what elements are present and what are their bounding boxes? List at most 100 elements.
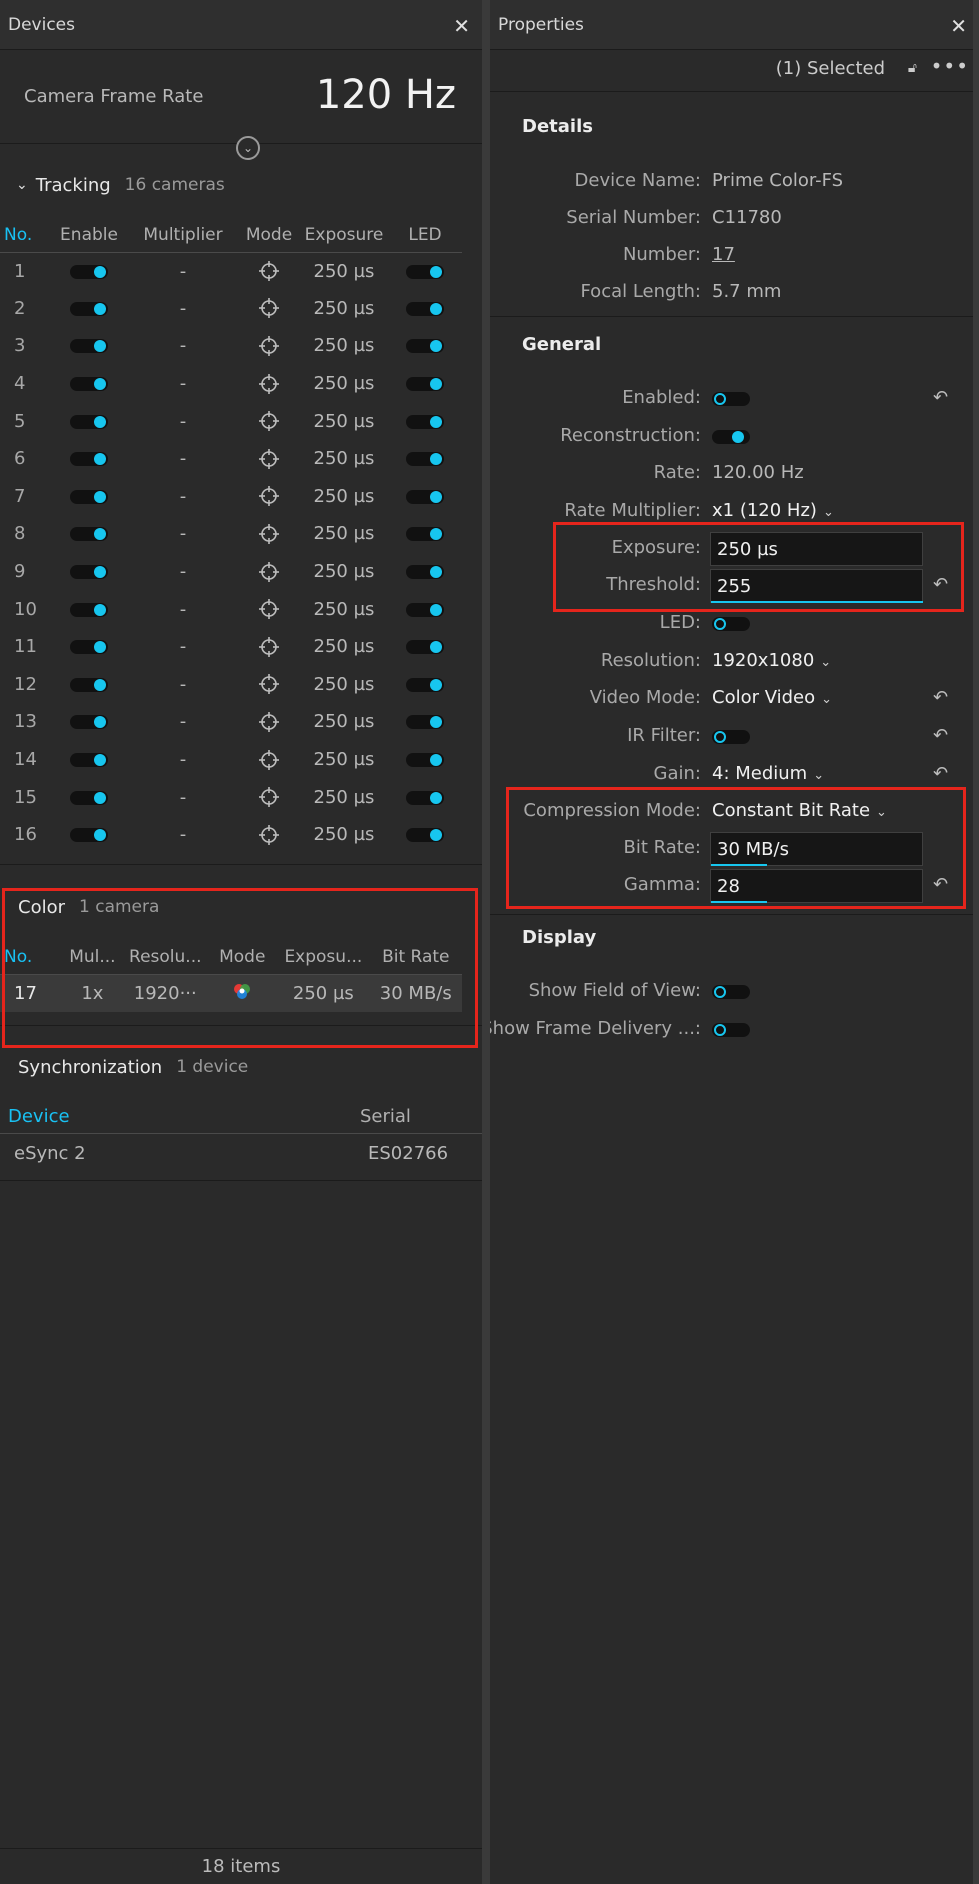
row-exposure[interactable]: 250 µs <box>300 402 388 440</box>
row-exposure[interactable]: 250 µs <box>300 590 388 628</box>
crosshair-icon[interactable] <box>238 778 300 816</box>
led-toggle[interactable] <box>388 290 462 328</box>
row-exposure[interactable]: 250 µs <box>300 252 388 290</box>
led-toggle[interactable] <box>388 440 462 478</box>
enable-toggle[interactable] <box>50 478 128 516</box>
tracking-section-header[interactable]: ⌄ Tracking 16 cameras <box>0 168 482 202</box>
threshold-input[interactable] <box>710 569 923 603</box>
column-header-exposure[interactable]: Exposu... <box>277 940 370 975</box>
table-row[interactable]: 12 - 250 µs <box>0 666 462 704</box>
led-toggle[interactable] <box>388 402 462 440</box>
crosshair-icon[interactable] <box>238 741 300 779</box>
reset-icon[interactable]: ↶ <box>933 574 948 595</box>
led-toggle[interactable] <box>388 553 462 591</box>
column-header-serial[interactable]: Serial <box>360 1106 411 1127</box>
table-row[interactable]: 2 - 250 µs <box>0 290 462 328</box>
enable-toggle[interactable] <box>50 553 128 591</box>
row-exposure[interactable]: 250 µs <box>300 703 388 741</box>
column-header-multiplier[interactable]: Mul... <box>61 940 124 975</box>
table-row[interactable]: 13 - 250 µs <box>0 703 462 741</box>
led-toggle[interactable] <box>712 617 750 631</box>
enable-toggle[interactable] <box>50 778 128 816</box>
led-toggle[interactable] <box>388 816 462 854</box>
crosshair-icon[interactable] <box>238 590 300 628</box>
gamma-input[interactable] <box>710 869 923 903</box>
reset-icon[interactable]: ↶ <box>933 687 948 708</box>
crosshair-icon[interactable] <box>238 440 300 478</box>
enable-toggle[interactable] <box>50 590 128 628</box>
table-row[interactable]: 7 - 250 µs <box>0 478 462 516</box>
led-toggle[interactable] <box>388 628 462 666</box>
led-toggle[interactable] <box>388 252 462 290</box>
close-icon[interactable]: ✕ <box>453 14 470 38</box>
crosshair-icon[interactable] <box>238 290 300 328</box>
table-row[interactable]: 11 - 250 µs <box>0 628 462 666</box>
enable-toggle[interactable] <box>50 290 128 328</box>
led-toggle[interactable] <box>388 515 462 553</box>
column-header-exposure[interactable]: Exposure <box>300 218 388 253</box>
table-row[interactable]: 17 1x 1920··· 250 µs 30 MB/s <box>0 974 462 1012</box>
table-row[interactable]: 14 - 250 µs <box>0 741 462 779</box>
gain-dropdown[interactable]: 4: Medium ⌄ <box>712 763 824 784</box>
enable-toggle[interactable] <box>50 703 128 741</box>
video-mode-dropdown[interactable]: Color Video ⌄ <box>712 687 832 708</box>
rate-multiplier-dropdown[interactable]: x1 (120 Hz) ⌄ <box>712 500 834 521</box>
chevron-down-icon[interactable]: ⌄ <box>16 177 28 193</box>
row-exposure[interactable]: 250 µs <box>300 365 388 403</box>
reset-icon[interactable]: ↶ <box>933 725 948 746</box>
lock-icon[interactable]: 🔓︎ <box>908 60 917 76</box>
enable-toggle[interactable] <box>50 628 128 666</box>
crosshair-icon[interactable] <box>238 478 300 516</box>
led-toggle[interactable] <box>388 327 462 365</box>
table-row[interactable]: 5 - 250 µs <box>0 402 462 440</box>
led-toggle[interactable] <box>388 778 462 816</box>
column-header-enable[interactable]: Enable <box>50 218 128 253</box>
table-row[interactable]: 6 - 250 µs <box>0 440 462 478</box>
led-toggle[interactable] <box>388 365 462 403</box>
table-row[interactable]: 16 - 250 µs <box>0 816 462 854</box>
table-row[interactable]: 3 - 250 µs <box>0 327 462 365</box>
column-header-no[interactable]: No. <box>0 940 62 975</box>
column-header-bit-rate[interactable]: Bit Rate <box>369 940 462 975</box>
compression-mode-dropdown[interactable]: Constant Bit Rate ⌄ <box>712 800 887 821</box>
table-row[interactable]: 10 - 250 µs <box>0 590 462 628</box>
color-section-header[interactable]: Color 1 camera <box>0 890 482 924</box>
column-header-mode[interactable]: Mode <box>207 940 278 975</box>
frame-rate-value[interactable]: 120 Hz <box>316 72 456 118</box>
enable-toggle[interactable] <box>50 440 128 478</box>
crosshair-icon[interactable] <box>238 327 300 365</box>
reset-icon[interactable]: ↶ <box>933 874 948 895</box>
panel-splitter[interactable] <box>482 0 490 1884</box>
enabled-toggle[interactable] <box>712 392 750 406</box>
enable-toggle[interactable] <box>50 515 128 553</box>
enable-toggle[interactable] <box>50 252 128 290</box>
row-exposure[interactable]: 250 µs <box>300 553 388 591</box>
reconstruction-toggle[interactable] <box>712 430 750 444</box>
crosshair-icon[interactable] <box>238 703 300 741</box>
enable-toggle[interactable] <box>50 402 128 440</box>
show-fov-toggle[interactable] <box>712 985 750 999</box>
led-toggle[interactable] <box>388 703 462 741</box>
led-toggle[interactable] <box>388 590 462 628</box>
enable-toggle[interactable] <box>50 365 128 403</box>
column-header-no[interactable]: No. <box>0 218 50 253</box>
row-exposure[interactable]: 250 µs <box>300 327 388 365</box>
exposure-input[interactable] <box>710 532 923 566</box>
enable-toggle[interactable] <box>50 666 128 704</box>
show-frame-delivery-toggle[interactable] <box>712 1023 750 1037</box>
bit-rate-input[interactable] <box>710 832 923 866</box>
reset-icon[interactable]: ↶ <box>933 387 948 408</box>
crosshair-icon[interactable] <box>238 816 300 854</box>
crosshair-icon[interactable] <box>238 365 300 403</box>
enable-toggle[interactable] <box>50 741 128 779</box>
table-row[interactable]: eSync 2 ES02766 <box>0 1136 482 1174</box>
row-exposure[interactable]: 250 µs <box>300 290 388 328</box>
sync-section-header[interactable]: Synchronization 1 device <box>0 1050 482 1084</box>
table-row[interactable]: 15 - 250 µs <box>0 778 462 816</box>
led-toggle[interactable] <box>388 666 462 704</box>
row-exposure[interactable]: 250 µs <box>300 628 388 666</box>
close-icon[interactable]: ✕ <box>950 14 967 38</box>
row-exposure[interactable]: 250 µs <box>300 816 388 854</box>
ir-filter-toggle[interactable] <box>712 730 750 744</box>
column-header-device[interactable]: Device <box>8 1106 70 1127</box>
